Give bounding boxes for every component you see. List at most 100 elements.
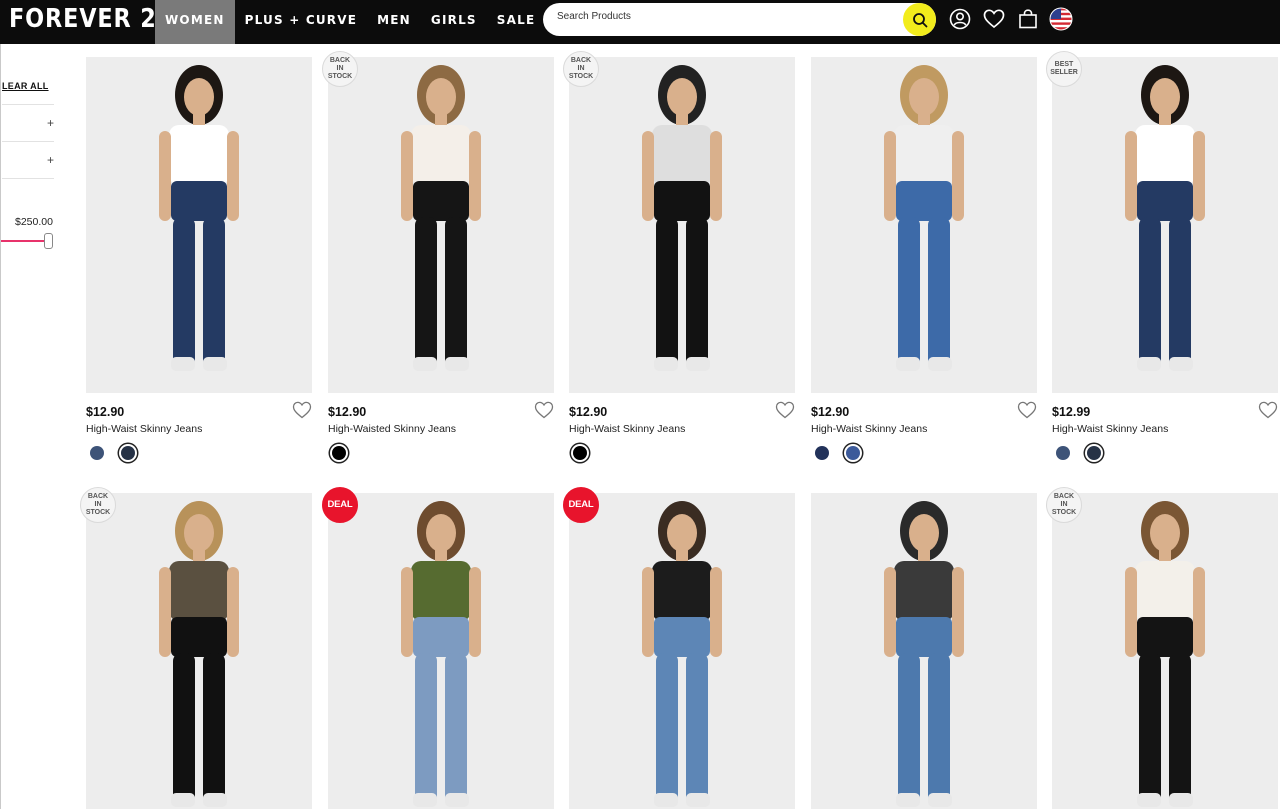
- model-shape: [642, 131, 654, 221]
- color-swatch[interactable]: [1056, 446, 1070, 460]
- price-slider-track[interactable]: [1, 240, 47, 242]
- nav-item-plus-curve[interactable]: PLUS + CURVE: [235, 0, 368, 44]
- account-icon: [949, 8, 971, 30]
- color-swatches: [90, 446, 152, 460]
- product-card[interactable]: $12.90 High-Waist Skinny Jeans: [86, 57, 312, 462]
- product-image[interactable]: [1052, 57, 1278, 393]
- model-shape: [686, 217, 708, 367]
- model-shape: [1169, 793, 1193, 807]
- model-shape: [896, 181, 952, 221]
- product-image[interactable]: [328, 493, 554, 809]
- model-shape: [894, 561, 954, 621]
- model-shape: [445, 793, 469, 807]
- color-swatch[interactable]: [121, 446, 135, 460]
- nav-item-sale[interactable]: SALE: [487, 0, 546, 44]
- model-shape: [203, 653, 225, 803]
- wishlist-heart-icon[interactable]: [1258, 401, 1278, 419]
- filter-row[interactable]: +: [2, 104, 54, 140]
- product-image[interactable]: [86, 57, 312, 393]
- model-shape: [656, 217, 678, 367]
- product-name[interactable]: High-Waist Skinny Jeans: [569, 423, 685, 435]
- product-card[interactable]: DEAL: [563, 487, 795, 809]
- wishlist-button[interactable]: [982, 7, 1006, 31]
- shopping-bag-icon: [1019, 9, 1037, 29]
- model-shape: [894, 125, 954, 185]
- product-card[interactable]: BACK IN STOCK: [80, 487, 312, 809]
- clear-all-link[interactable]: LEAR ALL: [2, 81, 49, 91]
- model-shape: [884, 567, 896, 657]
- search-button[interactable]: [903, 3, 936, 36]
- model-shape: [642, 567, 654, 657]
- product-name[interactable]: High-Waist Skinny Jeans: [811, 423, 927, 435]
- model-shape: [896, 617, 952, 657]
- wishlist-heart-icon[interactable]: [1017, 401, 1037, 419]
- shopping-bag-button[interactable]: [1016, 7, 1040, 31]
- model-shape: [203, 793, 227, 807]
- color-swatch[interactable]: [1087, 446, 1101, 460]
- product-image[interactable]: [86, 493, 312, 809]
- product-card[interactable]: $12.99 High-Waist Skinny Jeans BEST SELL…: [1046, 51, 1278, 462]
- account-button[interactable]: [948, 7, 972, 31]
- model-silhouette: [401, 65, 481, 371]
- model-shape: [928, 217, 950, 367]
- brand-logo[interactable]: FOREVER 21: [9, 4, 173, 34]
- wishlist-heart-icon[interactable]: [534, 401, 554, 419]
- price-slider-thumb[interactable]: [44, 233, 53, 249]
- color-swatch[interactable]: [332, 446, 346, 460]
- product-image[interactable]: [811, 493, 1037, 809]
- model-shape: [415, 217, 437, 367]
- nav-item-women[interactable]: WOMEN: [155, 0, 235, 44]
- model-shape: [173, 217, 195, 367]
- model-shape: [1193, 567, 1205, 657]
- model-shape: [411, 125, 471, 185]
- wishlist-heart-icon[interactable]: [292, 401, 312, 419]
- product-card[interactable]: $12.90 High-Waist Skinny Jeans: [811, 57, 1037, 462]
- color-swatch[interactable]: [573, 446, 587, 460]
- model-shape: [667, 78, 697, 116]
- model-shape: [413, 793, 437, 807]
- product-card[interactable]: $12.90 High-Waisted Skinny Jeans BACK IN…: [322, 51, 554, 462]
- product-name[interactable]: High-Waist Skinny Jeans: [86, 423, 202, 435]
- model-silhouette: [884, 501, 964, 807]
- model-shape: [1135, 561, 1195, 621]
- product-name[interactable]: High-Waisted Skinny Jeans: [328, 423, 456, 435]
- model-shape: [654, 181, 710, 221]
- product-card[interactable]: DEAL: [322, 487, 554, 809]
- color-swatch[interactable]: [815, 446, 829, 460]
- model-shape: [898, 217, 920, 367]
- product-image[interactable]: [569, 493, 795, 809]
- search-input[interactable]: [557, 11, 897, 22]
- wishlist-heart-icon[interactable]: [775, 401, 795, 419]
- top-navigation-bar: FOREVER 21 WOMEN PLUS + CURVE MEN GIRLS …: [0, 0, 1280, 44]
- main-nav: WOMEN PLUS + CURVE MEN GIRLS SALE: [155, 0, 545, 44]
- model-shape: [1137, 793, 1161, 807]
- search-bar: [543, 3, 936, 36]
- us-flag-icon: [1049, 7, 1073, 31]
- model-shape: [445, 357, 469, 371]
- model-shape: [686, 653, 708, 803]
- product-image[interactable]: [328, 57, 554, 393]
- product-badge: BACK IN STOCK: [1046, 487, 1082, 523]
- product-name[interactable]: High-Waist Skinny Jeans: [1052, 423, 1168, 435]
- model-silhouette: [642, 501, 722, 807]
- model-silhouette: [1125, 501, 1205, 807]
- product-card[interactable]: $12.90 High-Waist Skinny Jeans BACK IN S…: [563, 51, 795, 462]
- model-shape: [171, 181, 227, 221]
- product-card[interactable]: BACK IN STOCK: [1046, 487, 1278, 809]
- price-max-label: $250.00: [15, 216, 53, 228]
- nav-item-girls[interactable]: GIRLS: [421, 0, 487, 44]
- model-shape: [169, 561, 229, 621]
- filter-row[interactable]: +: [2, 141, 54, 177]
- product-image[interactable]: [569, 57, 795, 393]
- color-swatch[interactable]: [846, 446, 860, 460]
- color-swatch[interactable]: [90, 446, 104, 460]
- model-shape: [413, 357, 437, 371]
- model-shape: [909, 514, 939, 552]
- product-image[interactable]: [811, 57, 1037, 393]
- country-selector[interactable]: [1049, 7, 1073, 31]
- product-image[interactable]: [1052, 493, 1278, 809]
- expand-plus-icon: +: [46, 153, 54, 167]
- model-shape: [173, 653, 195, 803]
- product-card[interactable]: [811, 493, 1037, 809]
- nav-item-men[interactable]: MEN: [367, 0, 421, 44]
